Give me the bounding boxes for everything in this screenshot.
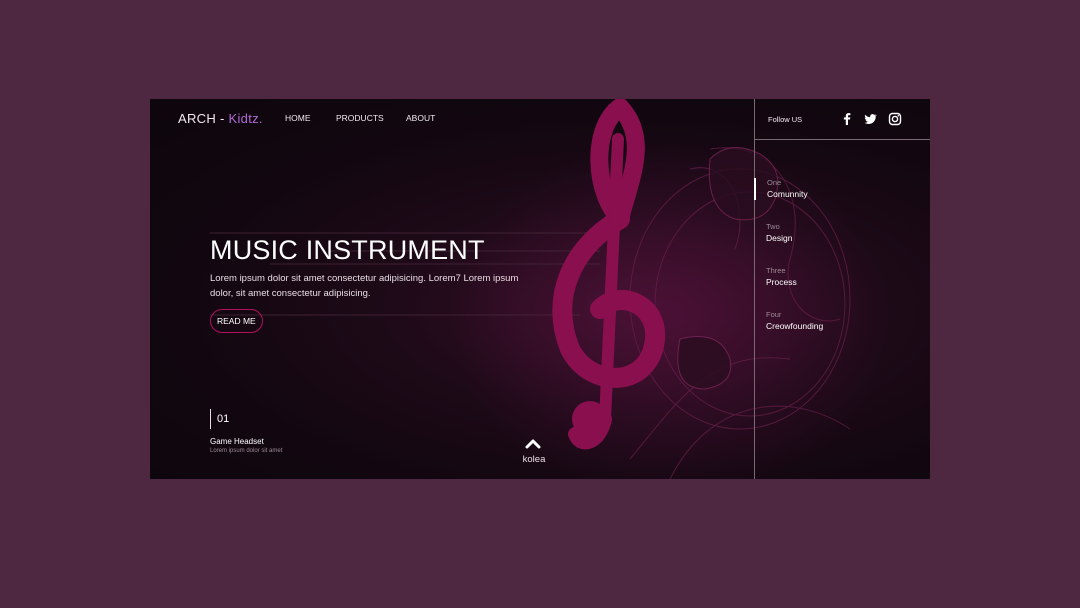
step-number: One	[767, 178, 782, 187]
hero-frame: ARCH - Kidtz. HOME PRODUCTS ABOUT MUSIC …	[150, 99, 930, 479]
step-number: Four	[766, 310, 782, 319]
card-title: Game Headset	[210, 437, 264, 446]
step-name: Creowfounding	[766, 321, 824, 331]
sidebar-header-divider	[755, 139, 930, 140]
scroll-label[interactable]: kolea	[510, 454, 558, 465]
logo-main-text: ARCH -	[178, 111, 229, 126]
hero-description: Lorem ipsum dolor sit amet consectetur a…	[210, 273, 519, 299]
read-me-button[interactable]: READ ME	[210, 309, 263, 333]
facebook-icon[interactable]	[840, 112, 854, 126]
step-name: Process	[766, 277, 797, 287]
step-process[interactable]: Three Process	[766, 266, 797, 288]
instagram-icon[interactable]	[888, 112, 902, 126]
brand-logo[interactable]: ARCH - Kidtz.	[178, 111, 263, 126]
step-number: Three	[766, 266, 786, 275]
step-name: Design	[766, 233, 793, 243]
twitter-icon[interactable]	[863, 112, 877, 126]
follow-label: Follow US	[768, 115, 803, 124]
nav-products[interactable]: PRODUCTS	[336, 113, 384, 123]
hero-title: MUSIC INSTRUMENT	[210, 235, 485, 265]
chevron-up-icon[interactable]	[525, 437, 541, 449]
step-design[interactable]: Two Design	[766, 222, 792, 244]
active-step-indicator	[754, 178, 756, 200]
nav-about[interactable]: ABOUT	[406, 113, 435, 123]
logo-accent-text: Kidtz.	[228, 111, 263, 126]
step-crowdfunding[interactable]: Four Creowfounding	[766, 310, 823, 332]
counter-bar	[210, 409, 211, 429]
card-subtitle: Lorem ipsum dolor sit amet	[210, 448, 283, 454]
step-number: Two	[766, 222, 780, 231]
sidebar-divider	[754, 99, 755, 479]
step-name: Comunnity	[767, 189, 808, 199]
slide-number: 01	[217, 413, 230, 425]
nav-home[interactable]: HOME	[285, 113, 311, 123]
step-community[interactable]: One Comunnity	[767, 178, 808, 200]
